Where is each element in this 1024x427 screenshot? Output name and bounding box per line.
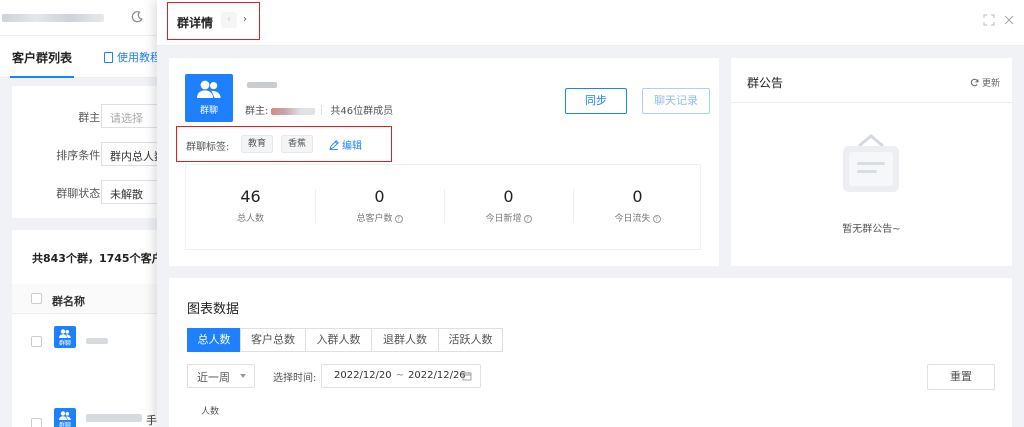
group-avatar: 群聊 [54,326,76,348]
tab-total-customers[interactable]: 客户总数 [240,328,306,352]
tab-left[interactable]: 退群人数 [371,328,439,352]
tab-total-members[interactable]: 总人数 [187,328,241,352]
filter-panel: 群主: 请选择 排序条件: 群内总人数 群聊状态: 未解散 [12,86,170,218]
member-count: 共46位群成员 [330,106,394,117]
tag-chip: 香蕉 [281,135,314,153]
tags-label: 群聊标签: [186,142,230,153]
blurred-group-name [247,82,277,88]
blurred-group-name [86,414,142,422]
group-owner: 群主: 共46位群成员 [245,102,393,117]
help-icon[interactable]: ? [394,215,403,223]
filter-status: 群聊状态: 未解散 [12,180,170,204]
filter-label: 排序条件: [56,149,104,162]
time-label: 选择时间: [273,373,317,384]
pencil-icon [329,140,339,151]
caret-down-icon [240,374,246,378]
date-range-picker[interactable]: 2022/12/20 ~2022/12/26 [321,364,481,388]
blurred-breadcrumb [2,14,104,22]
page-title: 客户群列表 [12,51,73,65]
stat-lost-today: 0 今日流失? [573,165,702,251]
owner-label: 群主: [245,106,269,117]
y-axis-label: 人数 [201,407,220,417]
filter-sort: 排序条件: 群内总人数 [12,142,170,166]
group-avatar: 群聊 [185,74,233,122]
drawer-title: 群详情 [177,16,214,30]
page-tabs: 客户群列表 使用教程 [0,36,170,78]
stat-value: 0 [374,187,385,206]
active-tab-underline [10,76,74,78]
stat-total-customers: 0 总客户数? [315,165,444,251]
drawer-header: 群详情 ‹ › [157,0,1024,46]
stat-value: 0 [632,187,643,206]
stat-label-wrap: 总客户数? [315,211,444,224]
row-checkbox[interactable] [31,418,42,427]
blurred-owner-name [271,108,316,115]
divider [321,105,323,115]
stat-new-today: 0 今日新增? [444,165,573,251]
help-icon[interactable]: ? [652,215,661,223]
avatar-label: 群聊 [58,340,71,347]
stat-label: 今日流失 [614,214,651,224]
date-start: 2022/12/20 [334,370,392,381]
stat-total-members: 46 总人数 [186,165,315,251]
previous-group-button[interactable]: ‹ [221,12,237,28]
group-count-summary: 共843个群，1745个客户 [32,252,163,265]
edit-label: 编辑 [342,141,362,152]
help-icon[interactable]: ? [523,215,532,223]
divider [731,102,1012,103]
stat-value: 0 [503,187,514,206]
refresh-icon [970,78,979,87]
tag-chip: 教育 [241,135,274,153]
date-end: 2022/12/26 [408,370,466,381]
help-link[interactable]: 使用教程 [104,49,161,65]
top-bar [0,0,170,36]
close-icon[interactable] [1003,14,1015,26]
refresh-label: 更新 [981,79,1000,89]
group-list-panel: 共843个群，1745个客户 群名称 群聊 群聊 手游 [12,230,170,427]
document-icon [104,52,113,63]
stat-label: 总客户数 [356,214,393,224]
moon-icon[interactable] [130,10,144,24]
tab-active[interactable]: 活跃人数 [438,328,503,352]
edit-tags-link[interactable]: 编辑 [329,137,362,152]
table-header: 群名称 [12,284,170,314]
period-select[interactable]: 近一周 [187,364,255,388]
row-checkbox[interactable] [31,336,42,347]
empty-announcement-text: 暂无群公告~ [842,224,901,235]
fullscreen-icon[interactable] [983,14,995,26]
select-all-checkbox[interactable] [31,293,42,304]
announcement-card: 群公告 更新 暂无群公告~ [731,58,1012,266]
background-page: 客户群列表 使用教程 群主: 请选择 排序条件: 群内总人数 群聊状态: 未解散… [0,0,170,427]
filter-owner: 群主: 请选择 [12,104,170,128]
column-header-group-name: 群名称 [52,295,85,308]
refresh-announcement-button[interactable]: 更新 [970,76,1000,89]
group-detail-drawer: 群详情 ‹ › 群聊 群主: 共46位群成员 同步 聊天记录 群聊标签: 教育 香… [157,0,1024,427]
calendar-icon [462,372,472,381]
tab-joined[interactable]: 入群人数 [305,328,372,352]
date-separator: ~ [395,370,405,381]
group-avatar: 群聊 [54,408,76,427]
stat-label-wrap: 今日新增? [444,211,573,224]
help-link-label: 使用教程 [117,51,161,64]
next-group-button[interactable]: › [237,12,253,28]
group-info-card: 群聊 群主: 共46位群成员 同步 聊天记录 群聊标签: 教育 香蕉 编辑 46 … [169,58,719,266]
sync-button[interactable]: 同步 [565,88,627,114]
period-value: 近一周 [197,371,230,384]
chart-title: 图表数据 [187,302,240,317]
blurred-group-name [86,338,108,344]
avatar-label: 群聊 [58,422,71,427]
stats-panel: 46 总人数 0 总客户数? 0 今日新增? 0 今日流失? [185,164,701,250]
stat-label: 今日新增 [485,214,522,224]
group-icon [197,80,221,98]
chat-history-button[interactable]: 聊天记录 [642,88,710,114]
stat-label: 总人数 [236,214,264,224]
announcement-title: 群公告 [747,76,784,90]
chart-card: 图表数据 总人数 客户总数 入群人数 退群人数 活跃人数 近一周 选择时间: 2… [169,278,1012,427]
filter-label: 群聊状态: [56,187,104,200]
reset-button[interactable]: 重置 [927,364,995,390]
stat-label-wrap: 今日流失? [573,211,702,224]
empty-board-icon [843,134,899,192]
avatar-label: 群聊 [199,106,218,116]
stat-value: 46 [240,187,261,206]
